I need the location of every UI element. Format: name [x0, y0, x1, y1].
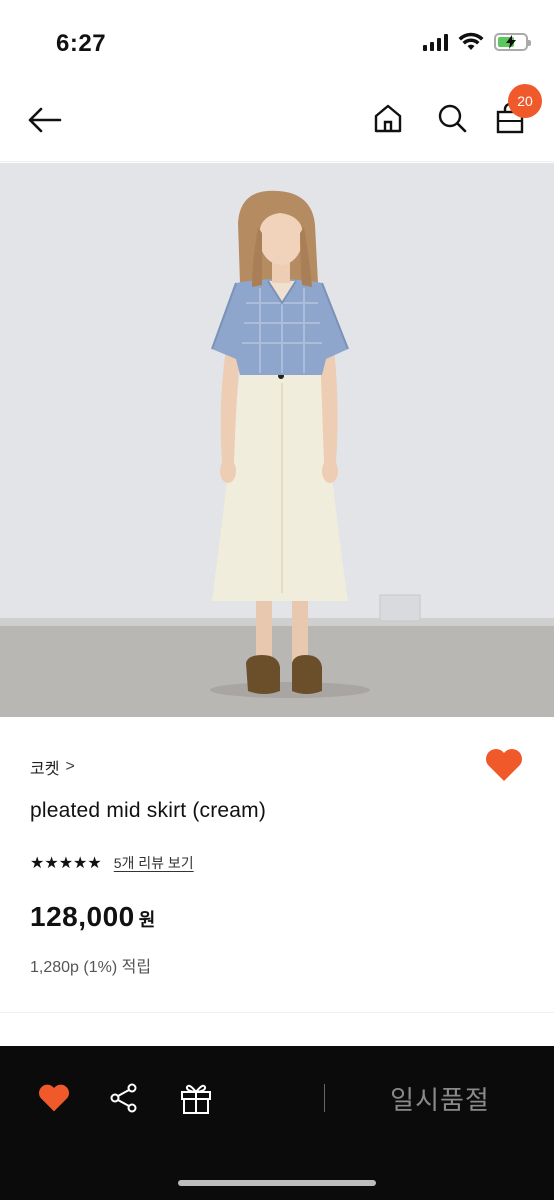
app-header: [0, 80, 554, 162]
rating-row: ★★★★★ 5개 리뷰 보기: [30, 853, 194, 873]
product-info: 코켓 > pleated mid skirt (cream) ★★★★★ 5개 …: [0, 717, 554, 1012]
cart-count-badge: 20: [508, 84, 542, 118]
soldout-button[interactable]: 일시품절: [340, 1074, 540, 1122]
product-image[interactable]: [0, 163, 554, 717]
home-indicator: [178, 1180, 376, 1186]
bottom-action-bar: 일시품절: [0, 1046, 554, 1200]
status-icons: [423, 32, 531, 52]
heart-icon: [39, 1084, 69, 1112]
search-button[interactable]: [432, 98, 472, 138]
heart-icon: [486, 749, 522, 781]
price: 128,000 원: [30, 901, 155, 933]
battery-icon: [494, 33, 531, 51]
back-button[interactable]: [24, 100, 64, 140]
arrow-left-icon: [28, 107, 62, 133]
search-icon: [438, 104, 467, 133]
wifi-icon: [458, 32, 484, 50]
share-button[interactable]: [104, 1078, 144, 1118]
home-icon: [374, 104, 402, 133]
home-button[interactable]: [368, 98, 408, 138]
status-bar: 6:27: [0, 0, 554, 80]
gift-button[interactable]: [176, 1078, 216, 1118]
gift-icon: [181, 1084, 211, 1114]
price-unit: 원: [138, 910, 156, 930]
cellular-signal-icon: [423, 33, 448, 51]
wishlist-button[interactable]: [484, 747, 524, 783]
brand-name: 코켓: [30, 761, 60, 778]
review-link[interactable]: 5개 리뷰 보기: [114, 853, 194, 873]
section-divider: [0, 1012, 554, 1048]
price-value: 128,000: [30, 901, 135, 932]
reward-points: 1,280p (1%) 적립: [30, 959, 152, 976]
share-icon: [110, 1083, 137, 1113]
brand-link[interactable]: 코켓 >: [30, 755, 75, 779]
chevron-right-icon: >: [65, 758, 75, 775]
bottom-bar-separator: [324, 1084, 325, 1112]
rating-stars: ★★★★★: [30, 855, 102, 872]
status-time: 6:27: [56, 30, 107, 57]
bottom-wishlist-button[interactable]: [34, 1078, 74, 1118]
product-name: pleated mid skirt (cream): [30, 799, 267, 822]
